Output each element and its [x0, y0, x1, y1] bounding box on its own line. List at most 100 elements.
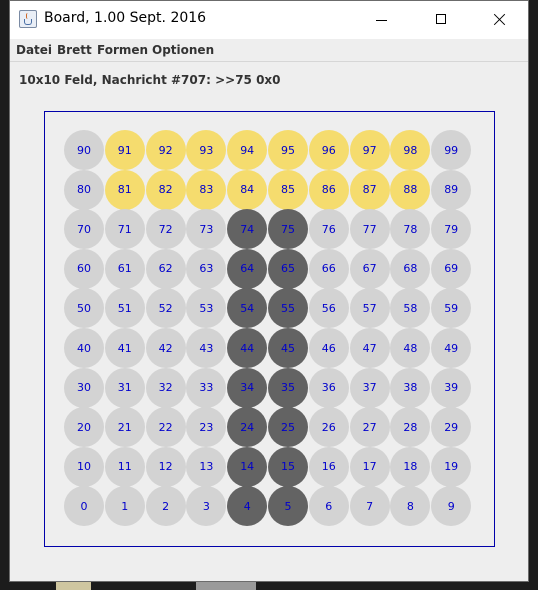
board-cell-33[interactable]: 33: [186, 367, 227, 408]
board-cell-68[interactable]: 68: [390, 248, 431, 289]
board-cell-10[interactable]: 10: [64, 446, 104, 487]
close-button[interactable]: [476, 1, 522, 39]
board-cell-79[interactable]: 79: [431, 209, 472, 250]
board-cell-23[interactable]: 23: [186, 407, 227, 448]
board-cell-94[interactable]: 94: [227, 130, 268, 170]
board-cell-87[interactable]: 87: [349, 169, 390, 210]
board-cell-99[interactable]: 99: [431, 130, 472, 170]
board-cell-63[interactable]: 63: [186, 248, 227, 289]
board-cell-78[interactable]: 78: [390, 209, 431, 250]
board-cell-52[interactable]: 52: [145, 288, 186, 329]
menu-formen[interactable]: Formen: [97, 43, 148, 57]
board-cell-70[interactable]: 70: [64, 209, 104, 250]
board-cell-16[interactable]: 16: [308, 446, 349, 487]
board-cell-43[interactable]: 43: [186, 328, 227, 368]
board-cell-14[interactable]: 14: [227, 446, 268, 487]
board-cell-96[interactable]: 96: [308, 130, 349, 170]
board-cell-39[interactable]: 39: [431, 367, 472, 408]
board-cell-57[interactable]: 57: [349, 288, 390, 329]
board-cell-72[interactable]: 72: [145, 209, 186, 250]
board-cell-21[interactable]: 21: [104, 407, 145, 448]
board-cell-66[interactable]: 66: [308, 248, 349, 289]
board-cell-19[interactable]: 19: [431, 446, 472, 487]
board-cell-88[interactable]: 88: [390, 169, 431, 210]
board-cell-92[interactable]: 92: [145, 130, 186, 170]
board-cell-60[interactable]: 60: [64, 248, 104, 289]
board-cell-38[interactable]: 38: [390, 367, 431, 408]
board-cell-25[interactable]: 25: [268, 407, 308, 448]
board-cell-32[interactable]: 32: [145, 367, 186, 408]
board-cell-81[interactable]: 81: [104, 169, 145, 210]
board-cell-34[interactable]: 34: [227, 367, 268, 408]
board-cell-27[interactable]: 27: [349, 407, 390, 448]
board-cell-64[interactable]: 64: [227, 248, 268, 289]
java-app-icon[interactable]: [19, 10, 37, 28]
board-cell-56[interactable]: 56: [308, 288, 349, 329]
board-cell-73[interactable]: 73: [186, 209, 227, 250]
board-cell-24[interactable]: 24: [227, 407, 268, 448]
board-cell-85[interactable]: 85: [268, 169, 308, 210]
board-cell-49[interactable]: 49: [431, 328, 472, 368]
board-cell-91[interactable]: 91: [104, 130, 145, 170]
board-cell-9[interactable]: 9: [431, 486, 472, 527]
board-cell-76[interactable]: 76: [308, 209, 349, 250]
board-cell-8[interactable]: 8: [390, 486, 431, 527]
board-cell-37[interactable]: 37: [349, 367, 390, 408]
board-cell-7[interactable]: 7: [349, 486, 390, 527]
board-cell-29[interactable]: 29: [431, 407, 472, 448]
board-cell-74[interactable]: 74: [227, 209, 268, 250]
board-cell-55[interactable]: 55: [268, 288, 308, 329]
board-cell-35[interactable]: 35: [268, 367, 308, 408]
board-cell-80[interactable]: 80: [64, 169, 104, 210]
board-cell-82[interactable]: 82: [145, 169, 186, 210]
board-cell-83[interactable]: 83: [186, 169, 227, 210]
menu-brett[interactable]: Brett: [57, 43, 92, 57]
board-cell-22[interactable]: 22: [145, 407, 186, 448]
board-cell-0[interactable]: 0: [64, 486, 104, 527]
board-cell-13[interactable]: 13: [186, 446, 227, 487]
board-cell-31[interactable]: 31: [104, 367, 145, 408]
board-cell-40[interactable]: 40: [64, 328, 104, 368]
menu-datei[interactable]: Datei: [16, 43, 52, 57]
board-cell-42[interactable]: 42: [145, 328, 186, 368]
board-cell-30[interactable]: 30: [64, 367, 104, 408]
board-cell-59[interactable]: 59: [431, 288, 472, 329]
board-cell-84[interactable]: 84: [227, 169, 268, 210]
board-cell-86[interactable]: 86: [308, 169, 349, 210]
board-cell-58[interactable]: 58: [390, 288, 431, 329]
board-cell-89[interactable]: 89: [431, 169, 472, 210]
board-cell-26[interactable]: 26: [308, 407, 349, 448]
board-cell-69[interactable]: 69: [431, 248, 472, 289]
board-cell-62[interactable]: 62: [145, 248, 186, 289]
board-cell-41[interactable]: 41: [104, 328, 145, 368]
board-cell-75[interactable]: 75: [268, 209, 308, 250]
board-cell-45[interactable]: 45: [268, 328, 308, 368]
board-cell-5[interactable]: 5: [268, 486, 308, 527]
board-cell-1[interactable]: 1: [104, 486, 145, 527]
board-cell-48[interactable]: 48: [390, 328, 431, 368]
board-cell-18[interactable]: 18: [390, 446, 431, 487]
board-cell-4[interactable]: 4: [227, 486, 268, 527]
board-cell-46[interactable]: 46: [308, 328, 349, 368]
board-cell-67[interactable]: 67: [349, 248, 390, 289]
board-cell-28[interactable]: 28: [390, 407, 431, 448]
board-cell-65[interactable]: 65: [268, 248, 308, 289]
board-cell-47[interactable]: 47: [349, 328, 390, 368]
board-cell-97[interactable]: 97: [349, 130, 390, 170]
board-cell-95[interactable]: 95: [268, 130, 308, 170]
board-cell-71[interactable]: 71: [104, 209, 145, 250]
board-cell-36[interactable]: 36: [308, 367, 349, 408]
board-cell-15[interactable]: 15: [268, 446, 308, 487]
board-cell-12[interactable]: 12: [145, 446, 186, 487]
title-bar[interactable]: Board, 1.00 Sept. 2016: [10, 1, 528, 39]
menu-optionen[interactable]: Optionen: [152, 43, 214, 57]
board-cell-77[interactable]: 77: [349, 209, 390, 250]
board-cell-3[interactable]: 3: [186, 486, 227, 527]
board-cell-93[interactable]: 93: [186, 130, 227, 170]
board-cell-17[interactable]: 17: [349, 446, 390, 487]
board-cell-54[interactable]: 54: [227, 288, 268, 329]
board-cell-51[interactable]: 51: [104, 288, 145, 329]
maximize-button[interactable]: [418, 1, 464, 39]
board-cell-11[interactable]: 11: [104, 446, 145, 487]
minimize-button[interactable]: [358, 1, 404, 39]
